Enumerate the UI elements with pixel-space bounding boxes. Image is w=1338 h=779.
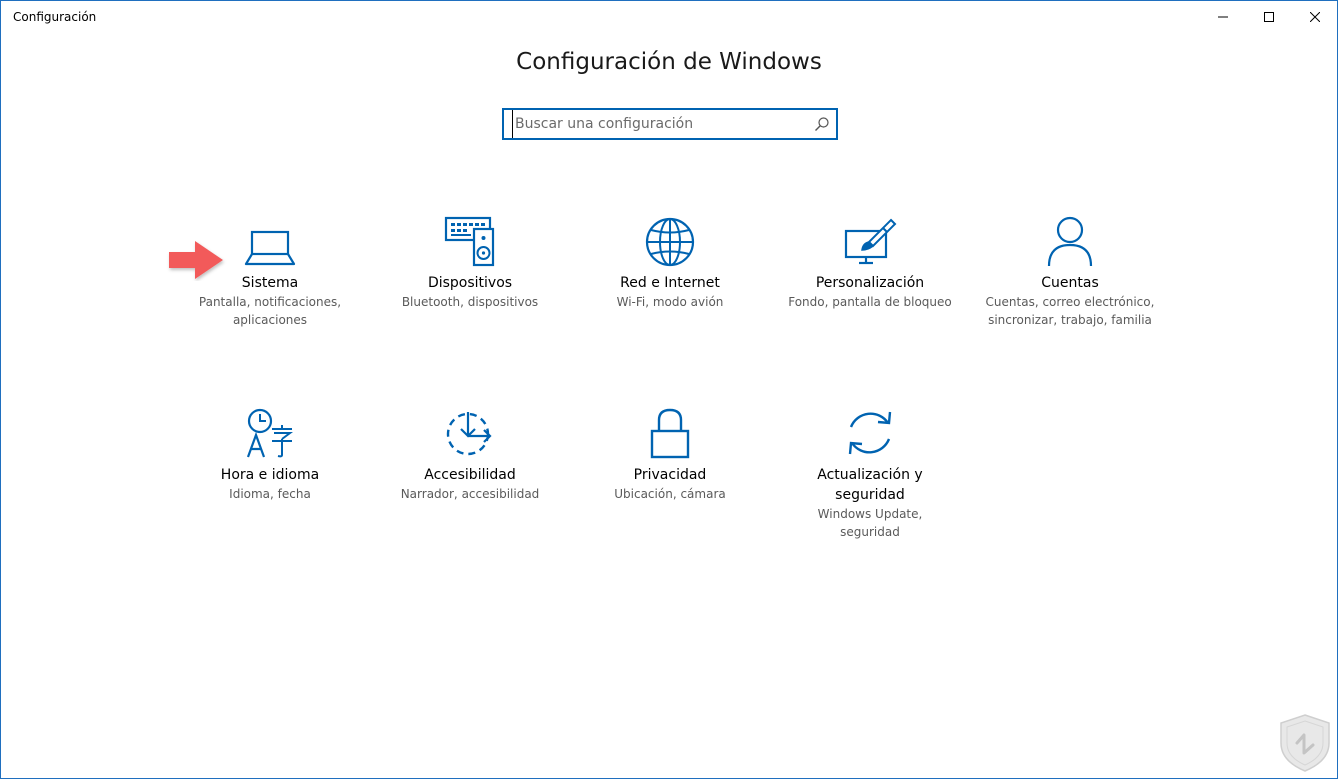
page-title: Configuración de Windows: [516, 49, 822, 75]
globe-icon: [645, 217, 695, 267]
tile-hora-idioma[interactable]: Hora e idioma Idioma, fecha: [175, 403, 365, 503]
search-input[interactable]: [512, 110, 805, 138]
title-bar[interactable]: Configuración: [1, 1, 1337, 33]
window-title: Configuración: [13, 10, 97, 24]
tile-title: Sistema: [241, 275, 299, 291]
tile-title: Dispositivos: [427, 275, 513, 291]
update-icon: [848, 411, 892, 455]
tile-desc: Idioma, fecha: [229, 487, 311, 501]
person-icon: [1047, 216, 1093, 267]
tile-desc: seguridad: [840, 525, 900, 539]
search-icon[interactable]: [814, 116, 830, 132]
tile-title: Cuentas: [1041, 275, 1099, 291]
tile-dispositivos[interactable]: Dispositivos Bluetooth, dispositivos: [375, 211, 565, 311]
tile-desc: Cuentas, correo electrónico,: [985, 295, 1155, 309]
tile-personalizacion[interactable]: Personalización Fondo, pantalla de bloqu…: [775, 211, 965, 311]
tile-title: Red e Internet: [620, 275, 720, 291]
search-box[interactable]: [502, 108, 838, 140]
tile-desc: Bluetooth, dispositivos: [401, 295, 539, 309]
tile-title-line2: seguridad: [835, 487, 905, 503]
tile-title: Hora e idioma: [220, 467, 320, 483]
tile-title: Personalización: [815, 275, 925, 291]
tile-cuentas[interactable]: Cuentas Cuentas, correo electrónico, sin…: [975, 211, 1165, 329]
tile-accesibilidad[interactable]: Accesibilidad Narrador, accesibilidad: [375, 403, 565, 503]
tile-desc: Narrador, accesibilidad: [400, 487, 540, 501]
close-icon: [1310, 12, 1320, 22]
tile-title: Privacidad: [633, 467, 707, 483]
tile-desc: Ubicación, cámara: [614, 487, 726, 501]
tile-desc: Pantalla, notificaciones,: [198, 295, 342, 309]
tile-desc: Fondo, pantalla de bloqueo: [788, 295, 952, 309]
tile-desc: Wi-Fi, modo avión: [616, 295, 724, 309]
settings-window: Configuración Configuración de Windows B…: [0, 0, 1338, 779]
tile-desc: Windows Update,: [817, 507, 923, 521]
time-language-icon: [246, 408, 293, 458]
close-button[interactable]: [1292, 1, 1337, 33]
personalization-icon: [844, 218, 897, 265]
maximize-button[interactable]: [1246, 1, 1292, 33]
watermark-logo-icon: [1280, 714, 1330, 772]
tile-title: Accesibilidad: [424, 467, 516, 483]
laptop-icon: [244, 230, 296, 266]
tile-privacidad[interactable]: Privacidad Ubicación, cámara: [575, 403, 765, 503]
accessibility-icon: [446, 412, 492, 456]
tile-desc: aplicaciones: [232, 313, 308, 327]
minimize-icon: [1218, 16, 1228, 18]
minimize-button[interactable]: [1200, 1, 1246, 33]
tile-actualizacion-seguridad[interactable]: Actualización y seguridad Windows Update…: [775, 403, 965, 541]
tile-title: Actualización y: [817, 467, 923, 483]
tile-desc: sincronizar, trabajo, familia: [988, 313, 1152, 327]
maximize-icon: [1264, 12, 1274, 22]
tile-sistema[interactable]: Sistema Pantalla, notificaciones, aplica…: [175, 211, 365, 329]
tile-red-internet[interactable]: Red e Internet Wi-Fi, modo avión: [575, 211, 765, 311]
lock-icon: [650, 408, 690, 459]
devices-icon: [444, 216, 495, 267]
